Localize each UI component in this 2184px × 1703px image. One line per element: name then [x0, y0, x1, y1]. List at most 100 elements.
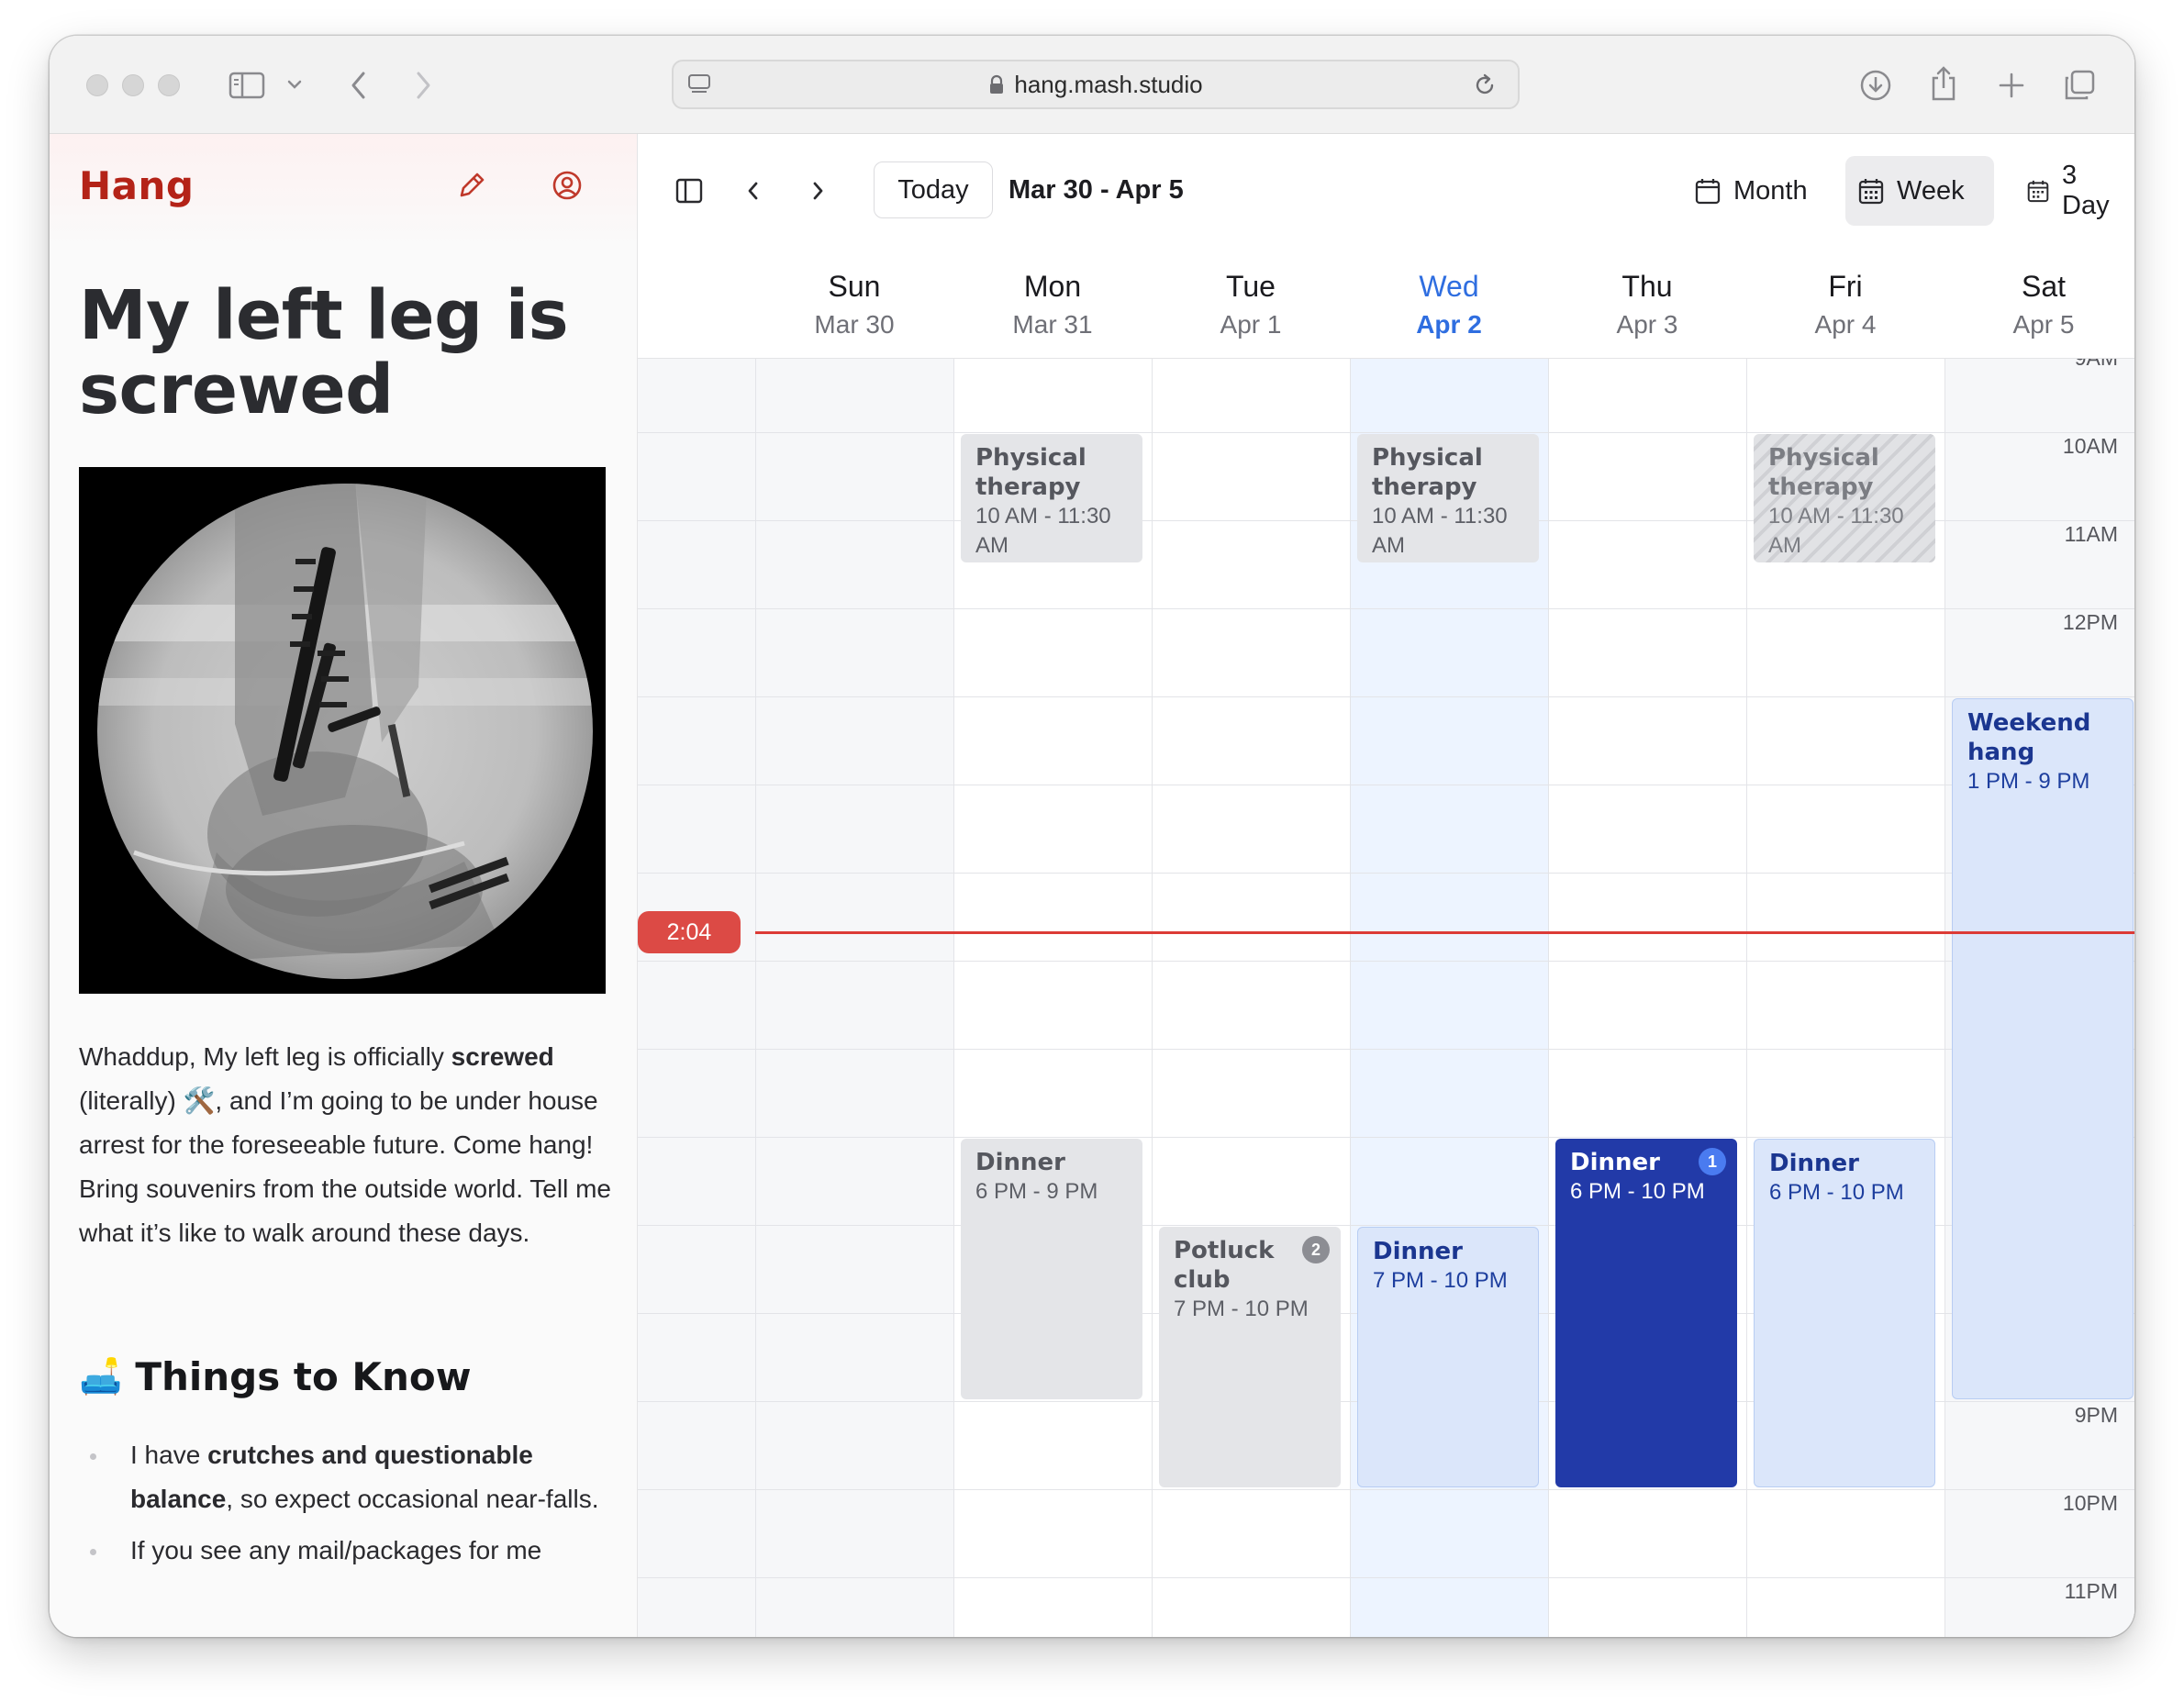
- chevron-down-icon[interactable]: [284, 74, 305, 95]
- zoom-window-button[interactable]: [158, 74, 180, 96]
- lock-icon: [988, 74, 1005, 95]
- address-bar[interactable]: hang.mash.studio: [672, 60, 1520, 109]
- day-header-sun[interactable]: Sun Mar 30: [755, 250, 953, 358]
- event-time: 10 AM - 11:30 AM: [975, 504, 1111, 558]
- intro-text-1: Whaddup, My left leg is officially: [79, 1042, 451, 1071]
- event-card[interactable]: Weekend hang 1 PM - 9 PM: [1952, 698, 2134, 1399]
- week-view-label: Week: [1897, 175, 1965, 206]
- calendar-panel: Today Mar 30 - Apr 5 Month Week 3 Day Su…: [638, 134, 2134, 1637]
- share-icon[interactable]: [1925, 63, 1962, 104]
- week-grid[interactable]: 9AM10AM11AM12PM1PM3PM4PM5PM6PM7PM8PM9PM1…: [638, 359, 2134, 1637]
- event-time: 6 PM - 9 PM: [975, 1179, 1098, 1204]
- current-time-line: [755, 931, 2134, 934]
- hour-label: 9PM: [2074, 1403, 2118, 1427]
- url-text: hang.mash.studio: [1014, 70, 1203, 98]
- hour-gridline: [638, 608, 2134, 609]
- today-button[interactable]: Today: [874, 161, 993, 218]
- hour-gridline: [638, 1049, 2134, 1050]
- hour-gridline: [638, 1137, 2134, 1138]
- calendar-icon: [1695, 179, 1721, 205]
- event-title: Weekend hang: [1967, 709, 2091, 766]
- section-heading: 🛋️ Things to Know: [79, 1354, 472, 1399]
- event-card[interactable]: Physical therapy 10 AM - 11:30 AM: [961, 434, 1142, 562]
- minimize-window-button[interactable]: [122, 74, 144, 96]
- hour-label: 9AM: [2017, 359, 2118, 371]
- hour-gridline: [638, 873, 2134, 874]
- event-card[interactable]: Potluck club 7 PM - 10 PM 2: [1159, 1227, 1341, 1487]
- event-card[interactable]: Physical therapy 10 AM - 11:30 AM: [1357, 434, 1539, 562]
- three-day-view-label: 3 Day: [2062, 161, 2110, 220]
- day-header-sat[interactable]: Sat Apr 5: [1944, 250, 2134, 358]
- hour-gridline: [638, 432, 2134, 433]
- user-circle-icon[interactable]: [547, 165, 587, 206]
- event-card[interactable]: Physical therapy 10 AM - 11:30 AM: [1754, 434, 1935, 562]
- event-card[interactable]: Dinner 6 PM - 9 PM: [961, 1139, 1142, 1399]
- week-view-button[interactable]: Week: [1845, 156, 1994, 226]
- chevron-right-icon[interactable]: [803, 174, 832, 207]
- event-time: 6 PM - 10 PM: [1769, 1180, 1904, 1205]
- hour-gridline: [638, 696, 2134, 697]
- attendee-count-badge: 1: [1699, 1148, 1726, 1175]
- intro-bold: screwed: [451, 1042, 554, 1071]
- things-to-know-list: I have crutches and questionable balance…: [79, 1433, 611, 1580]
- day-header-row: Sun Mar 30 Mon Mar 31 Tue Apr 1 Wed Apr 2 Th…: [638, 250, 2134, 359]
- page-title: My left leg is screwed: [79, 276, 569, 429]
- hour-gridline: [638, 961, 2134, 962]
- event-title: Dinner: [1769, 1150, 1859, 1177]
- new-tab-icon[interactable]: [1993, 67, 2030, 104]
- calendar-icon: [1858, 179, 1884, 205]
- month-view-label: Month: [1733, 175, 1808, 206]
- event-card[interactable]: Dinner 6 PM - 10 PM 1: [1555, 1139, 1737, 1487]
- couch-icon: 🛋️: [79, 1356, 123, 1397]
- hour-label: 10AM: [2062, 434, 2118, 458]
- day-column-sun[interactable]: [755, 359, 953, 1637]
- event-time: 7 PM - 10 PM: [1174, 1297, 1309, 1321]
- day-header-wed[interactable]: Wed Apr 2: [1350, 250, 1548, 358]
- tab-overview-icon[interactable]: [2061, 67, 2098, 104]
- pencil-icon[interactable]: [451, 165, 492, 206]
- browser-toolbar: hang.mash.studio: [50, 36, 2134, 134]
- sidebar-toggle-icon[interactable]: [227, 69, 267, 102]
- brand-logo[interactable]: Hang: [79, 163, 194, 208]
- intro-paragraph: Whaddup, My left leg is officially screw…: [79, 1035, 611, 1255]
- attendee-count-badge: 2: [1302, 1236, 1330, 1263]
- day-header-mon[interactable]: Mon Mar 31: [953, 250, 1152, 358]
- hour-label: 12PM: [2062, 610, 2118, 634]
- hour-label: 11PM: [2064, 1579, 2118, 1603]
- back-arrow-icon[interactable]: [343, 67, 374, 104]
- browser-window: hang.mash.studio Hang My left leg is scr…: [50, 36, 2134, 1637]
- intro-text-2: (literally) 🛠️, and I’m going to be unde…: [79, 1086, 611, 1247]
- list-item: If you see any mail/packages for me: [79, 1529, 611, 1573]
- event-time: 10 AM - 11:30 AM: [1768, 504, 1904, 558]
- reload-icon[interactable]: [1470, 71, 1499, 100]
- time-gutter: [638, 359, 755, 1637]
- event-title: Physical therapy: [1768, 444, 1879, 501]
- event-time: 1 PM - 9 PM: [1967, 769, 2090, 794]
- list-item: I have crutches and questionable balance…: [79, 1433, 611, 1521]
- calendar-icon: [2027, 180, 2049, 203]
- xray-image: [79, 467, 606, 994]
- event-time: 10 AM - 11:30 AM: [1372, 504, 1508, 558]
- date-range: Mar 30 - Apr 5: [1008, 174, 1184, 205]
- download-icon[interactable]: [1857, 67, 1894, 104]
- hour-label: 11AM: [2064, 522, 2118, 546]
- event-title: Physical therapy: [975, 444, 1086, 501]
- event-time: 7 PM - 10 PM: [1373, 1268, 1508, 1293]
- day-header-fri[interactable]: Fri Apr 4: [1746, 250, 1944, 358]
- event-title: Dinner: [1373, 1238, 1463, 1265]
- day-header-thu[interactable]: Thu Apr 3: [1548, 250, 1746, 358]
- forward-arrow-icon[interactable]: [407, 67, 439, 104]
- month-view-button[interactable]: Month: [1682, 156, 1821, 226]
- event-card[interactable]: Dinner 6 PM - 10 PM: [1754, 1139, 1935, 1487]
- event-title: Physical therapy: [1372, 444, 1483, 501]
- hour-gridline: [638, 1489, 2134, 1490]
- sidebar-toggle-icon[interactable]: [673, 174, 706, 207]
- section-title: Things to Know: [135, 1354, 472, 1399]
- three-day-view-button[interactable]: 3 Day: [2014, 156, 2134, 226]
- event-sidebar: Hang My left leg is screwed Whaddup, My …: [50, 134, 638, 1637]
- day-header-tue[interactable]: Tue Apr 1: [1152, 250, 1350, 358]
- chevron-left-icon[interactable]: [739, 174, 768, 207]
- event-card[interactable]: Dinner 7 PM - 10 PM: [1357, 1227, 1539, 1487]
- close-window-button[interactable]: [86, 74, 108, 96]
- current-time-badge: 2:04: [638, 911, 741, 953]
